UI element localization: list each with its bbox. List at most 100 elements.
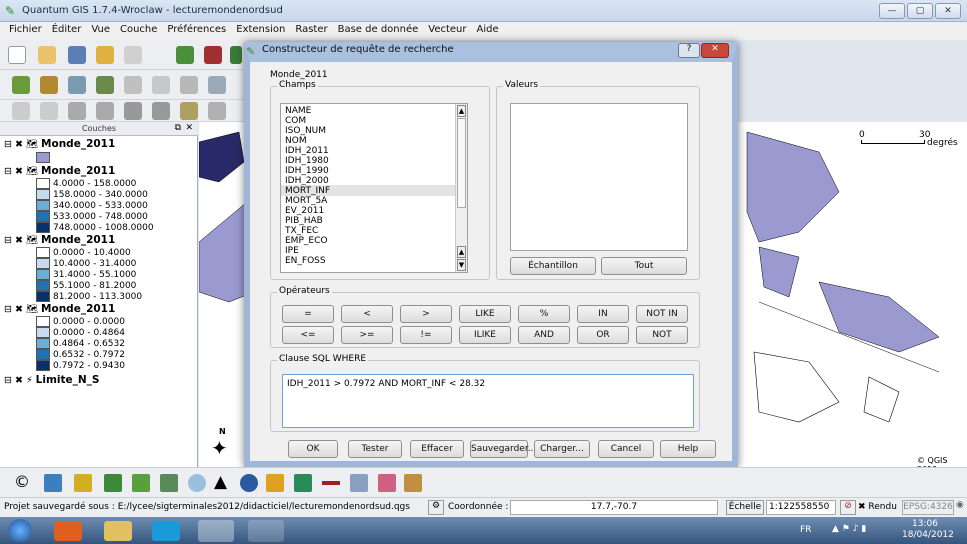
language-indicator[interactable]: FR — [800, 525, 811, 535]
operator-button[interactable]: IN — [577, 305, 629, 323]
explorer-icon[interactable] — [104, 521, 132, 541]
georeferencer-icon[interactable] — [266, 474, 284, 492]
toggle-editing-icon[interactable] — [12, 76, 30, 94]
values-list[interactable] — [510, 103, 688, 251]
load-button[interactable]: Charger... — [534, 440, 590, 458]
list-item-selected[interactable]: MORT_INF — [285, 186, 330, 196]
operator-button[interactable]: >= — [341, 326, 393, 344]
sample-button[interactable]: Échantillon — [510, 257, 596, 275]
reshape-icon[interactable] — [180, 102, 198, 120]
scale-field[interactable]: 1:122558550 — [766, 500, 836, 515]
chart-icon[interactable] — [44, 474, 62, 492]
menu-base-de-donnee[interactable]: Base de donnée — [333, 22, 424, 40]
help-icon[interactable]: ? — [678, 43, 700, 58]
close-panel-icon[interactable]: ✕ — [185, 123, 193, 133]
menu-vue[interactable]: Vue — [86, 22, 115, 40]
save-project-icon[interactable] — [68, 46, 86, 64]
help-button[interactable]: Help — [660, 440, 716, 458]
open-project-icon[interactable] — [38, 46, 56, 64]
list-item[interactable]: IDH_1990 — [285, 166, 329, 176]
terrain-icon[interactable]: ▲ — [214, 472, 227, 492]
list-item[interactable]: IDH_1980 — [285, 156, 329, 166]
menu-couche[interactable]: Couche — [115, 22, 162, 40]
minimize-button[interactable]: — — [879, 3, 905, 19]
add-ring-icon[interactable] — [96, 102, 114, 120]
sql-where-input[interactable]: IDH_2011 > 0.7972 AND MORT_INF < 28.32 — [282, 374, 694, 428]
operator-button[interactable]: % — [518, 305, 570, 323]
crs-button[interactable]: EPSG:4326 — [902, 500, 954, 515]
copyright-tool-icon[interactable]: © — [14, 474, 30, 490]
media-player-icon[interactable] — [54, 521, 82, 541]
tray-icons[interactable]: ▲ ⚑ ♪ ▮ — [832, 524, 866, 534]
test-button[interactable]: Tester — [348, 440, 402, 458]
plugin-icon[interactable] — [104, 474, 122, 492]
raster-tool-icon[interactable] — [160, 474, 178, 492]
operator-button[interactable]: NOT IN — [636, 305, 688, 323]
menu-raster[interactable]: Raster — [290, 22, 332, 40]
operator-button[interactable]: = — [282, 305, 334, 323]
float-panel-icon[interactable]: ⧉ — [175, 123, 181, 133]
list-item[interactable]: TX_FEC — [285, 226, 318, 236]
fields-list[interactable]: NAME COM ISO_NUM NOM IDH_2011 IDH_1980 I… — [280, 103, 468, 273]
menu-aide[interactable]: Aide — [472, 22, 504, 40]
list-item[interactable]: NAME — [285, 106, 311, 116]
operator-button[interactable]: LIKE — [459, 305, 511, 323]
print-icon[interactable] — [124, 46, 142, 64]
paint-icon[interactable] — [404, 474, 422, 492]
north-arrow-tool-icon[interactable] — [240, 474, 258, 492]
list-item[interactable]: PIB_HAB — [285, 216, 323, 226]
list-item[interactable]: ISO_NUM — [285, 126, 326, 136]
redo-icon[interactable] — [40, 102, 58, 120]
clear-button[interactable]: Effacer — [410, 440, 464, 458]
simplify-icon[interactable] — [68, 102, 86, 120]
layer-item[interactable]: ⊟ ✖ 🗺 Monde_2011 — [4, 234, 115, 246]
add-part-icon[interactable] — [124, 102, 142, 120]
edit-pencil-icon[interactable] — [40, 76, 58, 94]
scroll-up-icon[interactable]: ▲ — [457, 246, 466, 258]
capture-line-icon[interactable] — [96, 76, 114, 94]
list-item[interactable]: EN_FOSS — [285, 256, 326, 266]
grass-icon[interactable] — [74, 474, 92, 492]
fields-scrollbar[interactable]: ▲ ▲ ▼ — [455, 104, 467, 272]
maximize-button[interactable]: ▢ — [907, 3, 933, 19]
list-item[interactable]: NOM — [285, 136, 307, 146]
menu-editer[interactable]: Éditer — [47, 22, 87, 40]
layer-item[interactable]: ⊟ ✖ 🗺 Monde_2011 — [4, 165, 115, 177]
add-vector-icon[interactable] — [176, 46, 194, 64]
scroll-thumb[interactable] — [457, 118, 466, 208]
scalebar-icon[interactable] — [322, 481, 340, 485]
operator-button[interactable]: < — [341, 305, 393, 323]
list-item[interactable]: EV_2011 — [285, 206, 324, 216]
list-item[interactable]: MORT_5A — [285, 196, 327, 206]
gps-icon[interactable] — [132, 474, 150, 492]
operator-button[interactable]: > — [400, 305, 452, 323]
layer-item[interactable]: ⊟ ✖ ⚡ Limite_N_S — [4, 374, 99, 386]
word-taskbar-icon[interactable] — [248, 520, 284, 542]
operator-button[interactable]: AND — [518, 326, 570, 344]
digitize-icon[interactable] — [294, 474, 312, 492]
operator-button[interactable]: ILIKE — [459, 326, 511, 344]
close-button[interactable]: ✕ — [935, 3, 961, 19]
ok-button[interactable]: OK — [288, 440, 338, 458]
save-as-icon[interactable] — [96, 46, 114, 64]
operator-button[interactable]: != — [400, 326, 452, 344]
stop-render-icon[interactable]: ⊘ — [840, 500, 856, 515]
dialog-close-button[interactable]: ✕ — [701, 43, 729, 58]
layer-item[interactable]: ⊟ ✖ 🗺 Monde_2011 — [4, 303, 115, 315]
new-project-icon[interactable] — [8, 46, 26, 64]
list-item[interactable]: IDH_2011 — [285, 146, 329, 156]
delete-selected-icon[interactable] — [208, 76, 226, 94]
render-checkbox[interactable]: ✖ Rendu — [858, 502, 897, 512]
crs-icon[interactable]: ◉ — [956, 500, 966, 515]
cancel-button[interactable]: Cancel — [598, 440, 654, 458]
operator-button[interactable]: <= — [282, 326, 334, 344]
scroll-down-icon[interactable]: ▼ — [457, 259, 466, 271]
menu-fichier[interactable]: Fichier — [4, 22, 47, 40]
add-layer-icon[interactable] — [230, 46, 242, 64]
menu-extension[interactable]: Extension — [231, 22, 290, 40]
coordinate-field[interactable]: 17.7,-70.7 — [510, 500, 718, 515]
undo-icon[interactable] — [12, 102, 30, 120]
menu-vecteur[interactable]: Vecteur — [423, 22, 471, 40]
menu-preferences[interactable]: Préférences — [162, 22, 231, 40]
scroll-up-icon[interactable]: ▲ — [457, 105, 466, 117]
